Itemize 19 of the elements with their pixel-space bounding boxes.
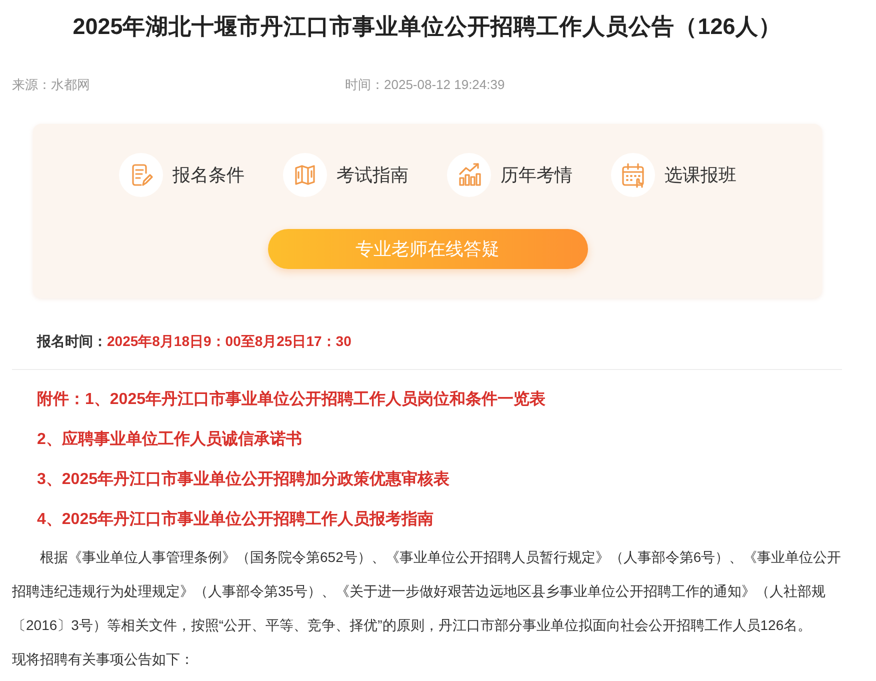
map-icon (282, 153, 326, 197)
quick-link[interactable]: 历年考情 (446, 153, 572, 197)
attachment-link[interactable]: 3、2025年丹江口市事业单位公开招聘加分政策优惠审核表 (37, 460, 450, 500)
attachment-link[interactable]: 2、应聘事业单位工作人员诚信承诺书 (37, 420, 302, 460)
attachment-link[interactable]: 附件：1、2025年丹江口市事业单位公开招聘工作人员岗位和条件一览表 (37, 380, 546, 420)
registration-time: 2025年8月18日9：00至8月25日17：30 (107, 333, 352, 349)
quick-link[interactable]: 报名条件 (118, 153, 244, 197)
quick-link[interactable]: 考试指南 (282, 153, 408, 197)
calendar-icon (610, 153, 654, 197)
quick-link[interactable]: 选课报班 (610, 153, 736, 197)
attachment-link[interactable]: 4、2025年丹江口市事业单位公开招聘工作人员报考指南 (37, 500, 434, 540)
body-paragraph: 现将招聘有关事项公告如下： (12, 650, 195, 669)
publish-time: 时间：2025-08-12 19:24:39 (345, 76, 505, 94)
source-text: 来源：水都网 (12, 76, 90, 94)
bar-chart-icon (446, 153, 490, 197)
article-title: 2025年湖北十堰市丹江口市事业单位公开招聘工作人员公告（126人） (72, 13, 782, 41)
registration-label: 报名时间： (37, 333, 107, 349)
body-paragraph: 根据《事业单位人事管理条例》（国务院令第652号）、《事业单位公开招聘人员暂行规定》（人事部令第6号）、《事业单位公开招聘违纪违规行为处理规定》（人事部令第35号）、《关于进一步做好艰苦边远地区县乡事业单位公开招聘工作的通知》（人社部规〔2016〕3号）等相关文件，按照“公开、平等、竞争、择优”的原则，丹江口市部分事业单位拟面向社会公开招聘工作人员126名。 (12, 548, 842, 635)
document-pencil-icon (118, 153, 162, 197)
